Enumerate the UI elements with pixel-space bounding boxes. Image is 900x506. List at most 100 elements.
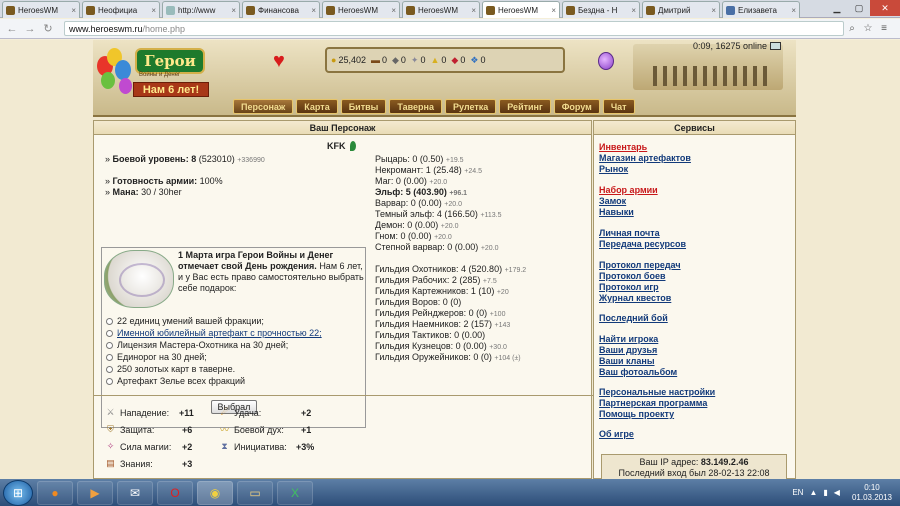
gift-option-artifact[interactable]: Именной юбилейный артефакт с прочностью … [106, 328, 322, 338]
address-bar[interactable]: www.heroeswm.ru/home.php [64, 21, 844, 36]
mercury-icon: ✦ [410, 54, 419, 65]
window-close-icon[interactable]: ✕ [870, 0, 900, 16]
menu-forum[interactable]: Форум [553, 99, 600, 114]
network-icon[interactable]: ▮ [823, 488, 827, 497]
gift-option-gold-cards[interactable]: 250 золотых карт в таверне. [106, 364, 235, 374]
link-personal-settings[interactable]: Персональные настройки [599, 387, 715, 397]
browser-tab[interactable]: Дмитрий × [642, 1, 720, 18]
volume-icon[interactable]: ◀ [834, 488, 840, 497]
resource-ore: ◆ 0 [391, 54, 406, 66]
gift-option-hunter-license[interactable]: Лицензия Мастера-Охотника на 30 дней; [106, 340, 288, 350]
gems-icon: ❖ [470, 54, 479, 65]
bookmark-star-icon[interactable]: ☆ [860, 21, 876, 37]
menu-tavern[interactable]: Таверна [389, 99, 442, 114]
browser-tab-active[interactable]: HeroesWM × [482, 1, 560, 18]
close-tab-icon[interactable]: × [149, 6, 156, 15]
system-tray: EN ▲ ▮ ◀ 0:10 01.03.2013 [786, 483, 900, 503]
link-market[interactable]: Рынок [599, 164, 628, 174]
faction-skill: Демон: 0 (0.00) +20.0 [375, 220, 459, 230]
browser-tab[interactable]: Бездна - H × [562, 1, 640, 18]
menu-map[interactable]: Карта [296, 99, 338, 114]
link-about-game[interactable]: Об игре [599, 429, 634, 439]
defense-icon: ⛨ [107, 424, 114, 434]
guild-stat: Гильдия Рейнджеров: 0 (0) +100 [375, 308, 506, 318]
browser-tab[interactable]: Неофициа × [82, 1, 160, 18]
radio-button[interactable] [106, 365, 113, 373]
mail-icon[interactable]: ✉ [117, 480, 153, 505]
close-tab-icon[interactable]: × [469, 6, 476, 15]
link-quest-journal[interactable]: Журнал квестов [599, 293, 671, 303]
menu-roulette[interactable]: Рулетка [444, 99, 497, 114]
link-help-project[interactable]: Помощь проекту [599, 409, 674, 419]
link-battle-log[interactable]: Протокол боев [599, 271, 666, 281]
forward-icon[interactable]: → [22, 21, 38, 37]
heroes-icon [406, 5, 415, 15]
game-header: Герои Войны и Денег Нам 6 лет! ♥ ● 25,402… [93, 40, 796, 117]
close-tab-icon[interactable]: × [709, 6, 716, 15]
link-skills[interactable]: Навыки [599, 207, 634, 217]
radio-button[interactable] [106, 377, 113, 385]
menu-battles[interactable]: Битвы [340, 99, 387, 114]
explorer-folder-icon[interactable]: ▭ [237, 480, 273, 505]
maximize-icon[interactable]: ▢ [848, 0, 870, 16]
link-game-log[interactable]: Протокол игр [599, 282, 659, 292]
browser-tab[interactable]: http://www × [162, 1, 240, 18]
game-logo[interactable]: Герои Войны и Денег Нам 6 лет! [93, 42, 218, 110]
media-player-icon[interactable]: ▶ [77, 480, 113, 505]
link-transfer-log[interactable]: Протокол передач [599, 260, 681, 270]
browser-tab[interactable]: HeroesWM × [402, 1, 480, 18]
link-transfer-resources[interactable]: Передача ресурсов [599, 239, 686, 249]
link-photo-album[interactable]: Ваш фотоальбом [599, 367, 677, 377]
radio-button[interactable] [106, 341, 113, 349]
firefox-icon[interactable]: ● [37, 480, 73, 505]
link-find-player[interactable]: Найти игрока [599, 334, 658, 344]
chrome-icon[interactable]: ◉ [197, 480, 233, 505]
back-icon[interactable]: ← [4, 21, 20, 37]
close-tab-icon[interactable]: × [389, 6, 396, 15]
search-icon[interactable]: ⌕ [844, 21, 860, 37]
attr-initiative: ⧗ Инициатива: [219, 441, 286, 452]
radio-button[interactable] [106, 353, 113, 361]
reload-icon[interactable]: ↻ [40, 21, 56, 37]
menu-icon[interactable]: ≡ [876, 21, 892, 37]
browser-tab[interactable]: HeroesWM × [2, 1, 80, 18]
menu-rating[interactable]: Рейтинг [499, 99, 551, 114]
gift-option-skills[interactable]: 22 единиц умений вашей фракции; [106, 316, 264, 326]
tray-arrow-icon[interactable]: ▲ [809, 488, 817, 497]
browser-tab[interactable]: Елизавета × [722, 1, 800, 18]
close-tab-icon[interactable]: × [69, 6, 76, 15]
guild-stat: Гильдия Тактиков: 0 (0.00) [375, 330, 486, 340]
gift-option-potion[interactable]: Артефакт Зелье всех фракций [106, 376, 245, 386]
start-button[interactable]: ⊞ [3, 479, 33, 506]
link-partner-program[interactable]: Партнерская программа [599, 398, 707, 408]
browser-tab[interactable]: Финансова × [242, 1, 320, 18]
radio-button[interactable] [106, 317, 113, 325]
link-castle[interactable]: Замок [599, 196, 626, 206]
attr-knowledge: ▤ Знания: [106, 458, 153, 469]
link-last-battle[interactable]: Последний бой [599, 313, 668, 323]
menu-character[interactable]: Персонаж [233, 99, 294, 114]
menu-chat[interactable]: Чат [602, 99, 635, 114]
link-personal-mail[interactable]: Личная почта [599, 228, 660, 238]
opera-icon[interactable]: O [157, 480, 193, 505]
minimize-icon[interactable]: ▁ [826, 0, 848, 16]
close-tab-icon[interactable]: × [309, 6, 316, 15]
page-icon [166, 5, 175, 15]
link-friends[interactable]: Ваши друзья [599, 345, 657, 355]
language-indicator[interactable]: EN [792, 488, 803, 497]
close-tab-icon[interactable]: × [629, 6, 636, 15]
close-tab-icon[interactable]: × [229, 6, 236, 15]
faction-skill: Степной варвар: 0 (0.00) +20.0 [375, 242, 499, 252]
link-inventory[interactable]: Инвентарь [599, 142, 647, 152]
excel-icon[interactable]: X [277, 480, 313, 505]
link-artifact-shop[interactable]: Магазин артефактов [599, 153, 691, 163]
browser-tab[interactable]: HeroesWM × [322, 1, 400, 18]
player-name[interactable]: KFK [327, 141, 356, 151]
close-tab-icon[interactable]: × [549, 6, 556, 15]
close-tab-icon[interactable]: × [789, 6, 796, 15]
clock[interactable]: 0:10 01.03.2013 [852, 483, 892, 503]
link-clans[interactable]: Ваши кланы [599, 356, 655, 366]
gift-option-unicorn[interactable]: Единорог на 30 дней; [106, 352, 207, 362]
radio-button[interactable] [106, 329, 113, 337]
link-recruit-army[interactable]: Набор армии [599, 185, 658, 195]
